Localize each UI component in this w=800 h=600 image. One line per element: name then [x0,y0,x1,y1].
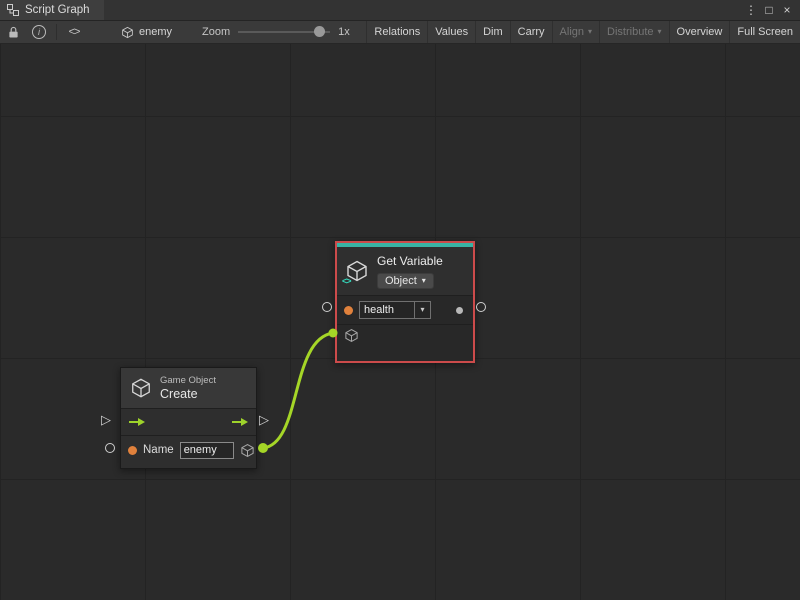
close-icon[interactable]: × [778,0,796,20]
gameobject-cube-icon [130,377,152,399]
code-badge: <> [342,276,351,286]
name-value-input[interactable] [180,442,234,459]
node-create-gameobject[interactable]: Game Object Create Name [120,367,257,469]
node-title: Create [160,387,216,401]
variable-name-dropdown[interactable]: health ▾ [359,301,431,319]
flow-port-row [121,409,256,435]
dropdown-arrow[interactable]: ▾ [414,302,430,318]
node-header-text: Game Object Create [160,375,216,401]
node-header-text: Get Variable Object ▾ [377,254,443,289]
name-port-row: Name [121,436,256,464]
graph-toolbar: i <> enemy Zoom 1x Relations Values Dim … [0,21,800,44]
relations-button[interactable]: Relations [366,21,427,43]
code-view-icon[interactable]: <> [61,21,87,43]
port-result-output-connected[interactable] [258,443,268,453]
tab-label: Script Graph [25,4,90,16]
distribute-label: Distribute [607,26,653,38]
variable-scope-label: Object [385,275,417,287]
target-gameobject-port-icon[interactable] [344,328,359,348]
name-port-label: Name [143,444,174,456]
node-category: Game Object [160,375,216,386]
zoom-slider-handle[interactable] [314,26,325,37]
info-glyph: i [32,25,46,39]
caret-down-icon: ▾ [422,277,426,285]
port-value-output[interactable] [476,302,486,312]
caret-down-icon: ▾ [420,306,424,314]
toolbar-separator [56,24,57,40]
port-flow-output[interactable]: ▷ [259,413,269,426]
graph-breadcrumb[interactable]: enemy [121,26,172,39]
align-label: Align [560,26,584,38]
overview-button[interactable]: Overview [669,21,730,43]
lock-icon[interactable] [0,21,26,43]
graph-name: enemy [139,26,172,38]
dim-button[interactable]: Dim [475,21,510,43]
port-variable-name-input[interactable] [322,302,332,312]
kebab-menu-icon[interactable]: ⋮ [742,0,760,20]
titlebar-controls: ⋮ □ × [742,0,800,20]
zoom-slider[interactable] [238,21,330,43]
zoom-value: 1x [338,26,350,38]
node-header: <> Get Variable Object ▾ [337,247,473,295]
flow-in-arrow-icon[interactable] [128,417,146,427]
node-header: Game Object Create [121,368,256,408]
variable-cube-icon: <> [345,259,369,283]
port-name-input[interactable] [105,443,115,453]
zoom-label: Zoom [202,26,230,38]
port-flow-input[interactable]: ▷ [101,413,111,426]
code-glyph: <> [69,26,80,38]
window-titlebar: Script Graph ⋮ □ × [0,0,800,21]
value-output-port-dot[interactable] [456,307,463,314]
result-gameobject-icon[interactable] [240,443,255,458]
gameobject-cube-icon [121,26,134,39]
tab-script-graph[interactable]: Script Graph [0,0,104,20]
values-button[interactable]: Values [427,21,475,43]
align-button[interactable]: Align ▾ [552,21,599,43]
flow-out-arrow-icon[interactable] [231,417,249,427]
name-input-port-dot[interactable] [128,446,137,455]
variable-name-port-dot[interactable] [344,306,353,315]
script-graph-icon [7,4,19,16]
distribute-button[interactable]: Distribute ▾ [599,21,668,43]
node-title: Get Variable [377,254,443,268]
variable-scope-dropdown[interactable]: Object ▾ [377,273,434,289]
variable-name-value: health [360,304,414,316]
carry-button[interactable]: Carry [510,21,552,43]
node-get-variable[interactable]: <> Get Variable Object ▾ health ▾ [335,241,475,363]
toolbar-buttons: Relations Values Dim Carry Align ▾ Distr… [366,21,800,43]
caret-down-icon: ▾ [658,28,662,36]
target-object-row [337,325,473,351]
variable-name-row: health ▾ [337,296,473,324]
caret-down-icon: ▾ [588,28,592,36]
padlock-glyph [8,26,19,39]
maximize-icon[interactable]: □ [760,0,778,20]
graph-canvas[interactable]: Game Object Create Name [0,44,800,600]
info-icon[interactable]: i [26,21,52,43]
fullscreen-button[interactable]: Full Screen [729,21,800,43]
